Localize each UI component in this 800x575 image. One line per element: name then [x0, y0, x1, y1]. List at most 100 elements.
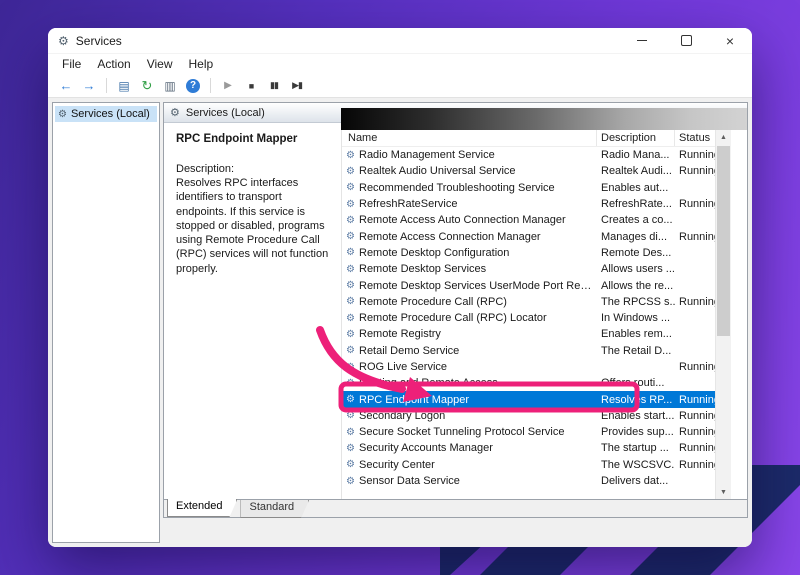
service-description: Provides sup... — [597, 426, 675, 438]
service-gear-icon: ⚙ — [342, 182, 359, 193]
table-row[interactable]: ⚙ Retail Demo Service The Retail D... — [342, 343, 731, 359]
table-row[interactable]: ⚙ Remote Procedure Call (RPC) The RPCSS … — [342, 294, 731, 310]
services-node-icon: ⚙ — [58, 109, 67, 120]
scroll-down-icon[interactable]: ▼ — [716, 485, 731, 499]
service-name: Remote Desktop Services — [359, 263, 597, 275]
table-row[interactable]: ⚙ RPC Endpoint Mapper Resolves RP... Run… — [342, 391, 731, 407]
service-gear-icon: ⚙ — [342, 247, 359, 258]
table-row[interactable]: ⚙ RefreshRateService RefreshRate... Runn… — [342, 196, 731, 212]
table-row[interactable]: ⚙ Sensor Data Service Delivers dat... — [342, 473, 731, 489]
service-gear-icon: ⚙ — [342, 476, 359, 487]
show-console-tree-icon[interactable]: ▤ — [114, 76, 134, 95]
tab-standard[interactable]: Standard — [240, 500, 309, 518]
service-description: Delivers dat... — [597, 475, 675, 487]
service-gear-icon: ⚙ — [342, 443, 359, 454]
service-name: Radio Management Service — [359, 149, 597, 161]
table-row[interactable]: ⚙ Secondary Logon Enables start... Runni… — [342, 408, 731, 424]
service-description: Resolves RP... — [597, 394, 675, 406]
table-row[interactable]: ⚙ Realtek Audio Universal Service Realte… — [342, 163, 731, 179]
column-header-name[interactable]: Name — [342, 130, 597, 146]
service-description: Remote Des... — [597, 247, 675, 259]
service-name: Realtek Audio Universal Service — [359, 165, 597, 177]
menu-view[interactable]: View — [139, 57, 181, 71]
description-label: Description: — [176, 163, 331, 175]
vertical-scrollbar[interactable]: ▲ ▼ — [715, 130, 731, 499]
service-gear-icon: ⚙ — [342, 166, 359, 177]
service-name: Remote Access Auto Connection Manager — [359, 214, 597, 226]
service-gear-icon: ⚙ — [342, 329, 359, 340]
table-row[interactable]: ⚙ Remote Desktop Configuration Remote De… — [342, 245, 731, 261]
minimize-button[interactable] — [620, 28, 664, 53]
tab-extended[interactable]: Extended — [167, 499, 237, 517]
table-row[interactable]: ⚙ Remote Access Connection Manager Manag… — [342, 228, 731, 244]
menu-action[interactable]: Action — [89, 57, 138, 71]
service-description: The Retail D... — [597, 345, 675, 357]
service-gear-icon: ⚙ — [342, 394, 359, 405]
service-name: Remote Procedure Call (RPC) — [359, 296, 597, 308]
table-row[interactable]: ⚙ Remote Access Auto Connection Manager … — [342, 212, 731, 228]
start-service-icon[interactable]: ▶ — [218, 76, 238, 95]
minimize-icon — [637, 40, 647, 41]
service-name: Routing and Remote Access — [359, 377, 597, 389]
menu-bar: File Action View Help — [48, 54, 752, 74]
service-list-rows: ⚙ Radio Management Service Radio Mana...… — [342, 147, 731, 489]
table-row[interactable]: ⚙ Remote Desktop Services Allows users .… — [342, 261, 731, 277]
refresh-icon[interactable]: ↻ — [137, 76, 157, 95]
menu-file[interactable]: File — [54, 57, 89, 71]
table-row[interactable]: ⚙ Secure Socket Tunneling Protocol Servi… — [342, 424, 731, 440]
help-icon[interactable]: ? — [183, 76, 203, 95]
service-description: In Windows ... — [597, 312, 675, 324]
table-row[interactable]: ⚙ Security Center The WSCSVC... Running — [342, 457, 731, 473]
maximize-button[interactable] — [664, 28, 708, 53]
restart-service-icon[interactable]: ▶▮ — [287, 76, 307, 95]
service-name: Remote Access Connection Manager — [359, 231, 597, 243]
forward-icon[interactable]: → — [79, 76, 99, 95]
stop-service-icon[interactable]: ■ — [241, 76, 261, 95]
table-row[interactable]: ⚙ Remote Desktop Services UserMode Port … — [342, 277, 731, 293]
column-header-description[interactable]: Description — [597, 130, 675, 146]
console-content: ⚙ Services (Local) ⚙ Services (Local) RP… — [48, 98, 752, 547]
service-description: The WSCSVC... — [597, 459, 675, 471]
back-icon[interactable]: ← — [56, 76, 76, 95]
service-gear-icon: ⚙ — [342, 362, 359, 373]
table-row[interactable]: ⚙ Recommended Troubleshooting Service En… — [342, 180, 731, 196]
service-description: The startup ... — [597, 442, 675, 454]
service-description: Offers routi... — [597, 377, 675, 389]
service-description: Radio Mana... — [597, 149, 675, 161]
service-name: Remote Procedure Call (RPC) Locator — [359, 312, 597, 324]
service-name: Remote Registry — [359, 328, 597, 340]
service-name: Secondary Logon — [359, 410, 597, 422]
service-description: Allows the re... — [597, 280, 675, 292]
export-list-icon[interactable]: ▥ — [160, 76, 180, 95]
close-button[interactable]: × — [708, 28, 752, 53]
tree-item-services-local[interactable]: ⚙ Services (Local) — [55, 106, 157, 122]
table-row[interactable]: ⚙ Radio Management Service Radio Mana...… — [342, 147, 731, 163]
main-pane-title: Services (Local) — [186, 107, 265, 119]
service-gear-icon: ⚙ — [342, 459, 359, 470]
description-pane: RPC Endpoint Mapper Description: Resolve… — [164, 123, 341, 499]
services-header-icon: ⚙ — [170, 106, 180, 119]
service-name: Remote Desktop Configuration — [359, 247, 597, 259]
service-gear-icon: ⚙ — [342, 150, 359, 161]
service-name: Secure Socket Tunneling Protocol Service — [359, 426, 597, 438]
service-name: Remote Desktop Services UserMode Port Re… — [359, 280, 597, 292]
console-tree-panel: ⚙ Services (Local) — [52, 102, 160, 543]
menu-help[interactable]: Help — [181, 57, 222, 71]
services-window: ⚙ Services × File Action View Help ← → ▤… — [48, 28, 752, 547]
service-name: RPC Endpoint Mapper — [359, 394, 597, 406]
service-name: Retail Demo Service — [359, 345, 597, 357]
table-row[interactable]: ⚙ Remote Registry Enables rem... — [342, 326, 731, 342]
table-row[interactable]: ⚙ Security Accounts Manager The startup … — [342, 440, 731, 456]
table-row[interactable]: ⚙ ROG Live Service Running — [342, 359, 731, 375]
table-row[interactable]: ⚙ Remote Procedure Call (RPC) Locator In… — [342, 310, 731, 326]
table-row[interactable]: ⚙ Routing and Remote Access Offers routi… — [342, 375, 731, 391]
scroll-up-icon[interactable]: ▲ — [716, 130, 731, 144]
service-gear-icon: ⚙ — [342, 199, 359, 210]
service-description: Enables start... — [597, 410, 675, 422]
pause-service-icon[interactable]: ▮▮ — [264, 76, 284, 95]
service-name: ROG Live Service — [359, 361, 597, 373]
toolbar-separator — [210, 78, 211, 93]
service-name: Security Accounts Manager — [359, 442, 597, 454]
service-description: Allows users ... — [597, 263, 675, 275]
scrollbar-thumb[interactable] — [717, 146, 730, 336]
